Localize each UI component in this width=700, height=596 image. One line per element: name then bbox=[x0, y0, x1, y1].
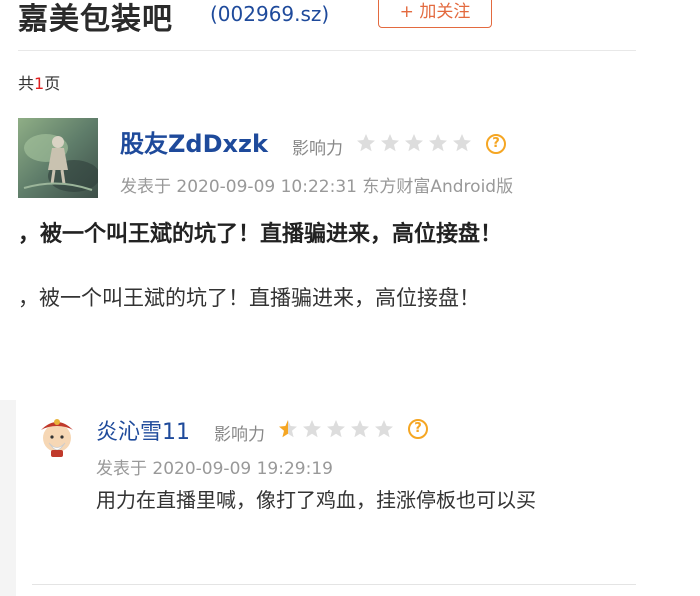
star-icon bbox=[327, 420, 345, 438]
post-body: ，被一个叫王斌的坑了！直播骗进来，高位接盘！ bbox=[18, 286, 480, 310]
reply-left-rail bbox=[0, 400, 16, 596]
post-author-name[interactable]: 股友ZdDxzk bbox=[120, 124, 268, 159]
header-divider bbox=[18, 50, 636, 51]
section-gap bbox=[0, 352, 700, 410]
author-avatar[interactable] bbox=[18, 118, 98, 198]
follow-button[interactable]: + 加关注 bbox=[378, 0, 492, 28]
reply-influence-stars bbox=[279, 420, 393, 438]
reply-divider bbox=[32, 584, 636, 585]
avatar-image-icon bbox=[18, 118, 98, 198]
star-icon bbox=[357, 134, 375, 152]
star-icon bbox=[405, 134, 423, 152]
reply-avatar[interactable] bbox=[36, 416, 78, 458]
page-count-suffix: 页 bbox=[44, 74, 61, 93]
star-icon bbox=[375, 420, 393, 438]
page-count: 共1页 bbox=[18, 70, 60, 94]
reply-body: 用力在直播里喊，像打了鸡血，挂涨停板也可以买 bbox=[96, 488, 536, 512]
post-title: ，被一个叫王斌的坑了！直播骗进来，高位接盘！ bbox=[18, 222, 503, 247]
reply-author-name[interactable]: 炎沁雪11 bbox=[96, 414, 190, 446]
page-count-number: 1 bbox=[34, 74, 45, 93]
star-icon bbox=[429, 134, 447, 152]
page-count-prefix: 共 bbox=[18, 74, 35, 93]
reply-help-icon[interactable]: ? bbox=[408, 419, 428, 439]
help-icon[interactable]: ? bbox=[486, 134, 506, 154]
reply-influence-label: 影响力 bbox=[214, 425, 265, 445]
stock-code[interactable]: (002969.sz) bbox=[210, 2, 329, 26]
post-meta: 发表于 2020-09-09 10:22:31 东方财富Android版 bbox=[120, 177, 514, 197]
forum-title[interactable]: 嘉美包装吧 bbox=[18, 0, 173, 38]
forum-header: 嘉美包装吧 (002969.sz) + 加关注 bbox=[0, 0, 700, 44]
star-half-icon bbox=[279, 420, 297, 438]
influence-label: 影响力 bbox=[292, 139, 343, 159]
star-icon bbox=[303, 420, 321, 438]
star-icon bbox=[351, 420, 369, 438]
mascot-avatar-icon bbox=[41, 419, 73, 457]
star-icon bbox=[453, 134, 471, 152]
star-icon bbox=[381, 134, 399, 152]
influence-stars bbox=[357, 134, 471, 152]
reply-meta: 发表于 2020-09-09 19:29:19 bbox=[96, 459, 333, 479]
